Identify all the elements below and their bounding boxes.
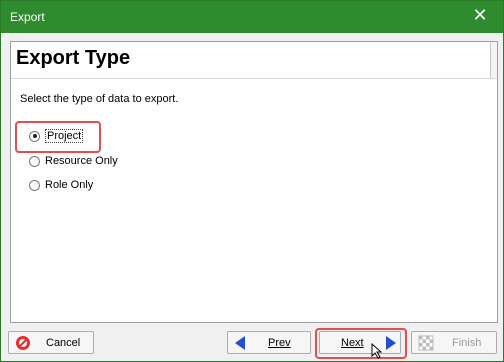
option-project[interactable]: Project [29,128,84,144]
header-scrollbar [490,42,497,78]
title-bar: Export ✕ [1,1,503,33]
export-dialog: Export ✕ Export Type Select the type of … [0,0,504,362]
checkered-flag-icon [418,335,434,351]
arrow-right-icon [386,336,396,350]
window-title: Export [10,10,45,24]
role-only-label[interactable]: Role Only [45,179,93,191]
next-label: Next [341,337,364,349]
cancel-label: Cancel [46,337,81,349]
page-title: Export Type [16,47,131,69]
mouse-cursor-icon [371,343,383,359]
next-button[interactable]: Next [319,331,401,354]
finish-label: Finish [452,337,482,349]
project-radio[interactable] [29,130,40,142]
option-role-only[interactable]: Role Only [29,177,93,193]
project-label[interactable]: Project [45,129,84,143]
option-resource-only[interactable]: Resource Only [29,153,118,169]
resource-only-label[interactable]: Resource Only [45,155,118,167]
instruction-text: Select the type of data to export. [20,93,179,105]
wizard-header: Export Type [11,42,497,79]
arrow-left-icon [235,336,245,350]
button-bar: Cancel Prev Next Finish [1,326,503,361]
resource-only-radio[interactable] [29,155,40,167]
close-icon[interactable]: ✕ [471,7,489,25]
prev-button[interactable]: Prev [227,331,311,354]
finish-button[interactable]: Finish [411,331,497,354]
cancel-button[interactable]: Cancel [8,331,94,354]
cancel-icon [16,336,30,350]
prev-label: Prev [268,337,291,349]
role-only-radio[interactable] [29,179,40,191]
wizard-panel: Export Type Select the type of data to e… [10,41,498,323]
